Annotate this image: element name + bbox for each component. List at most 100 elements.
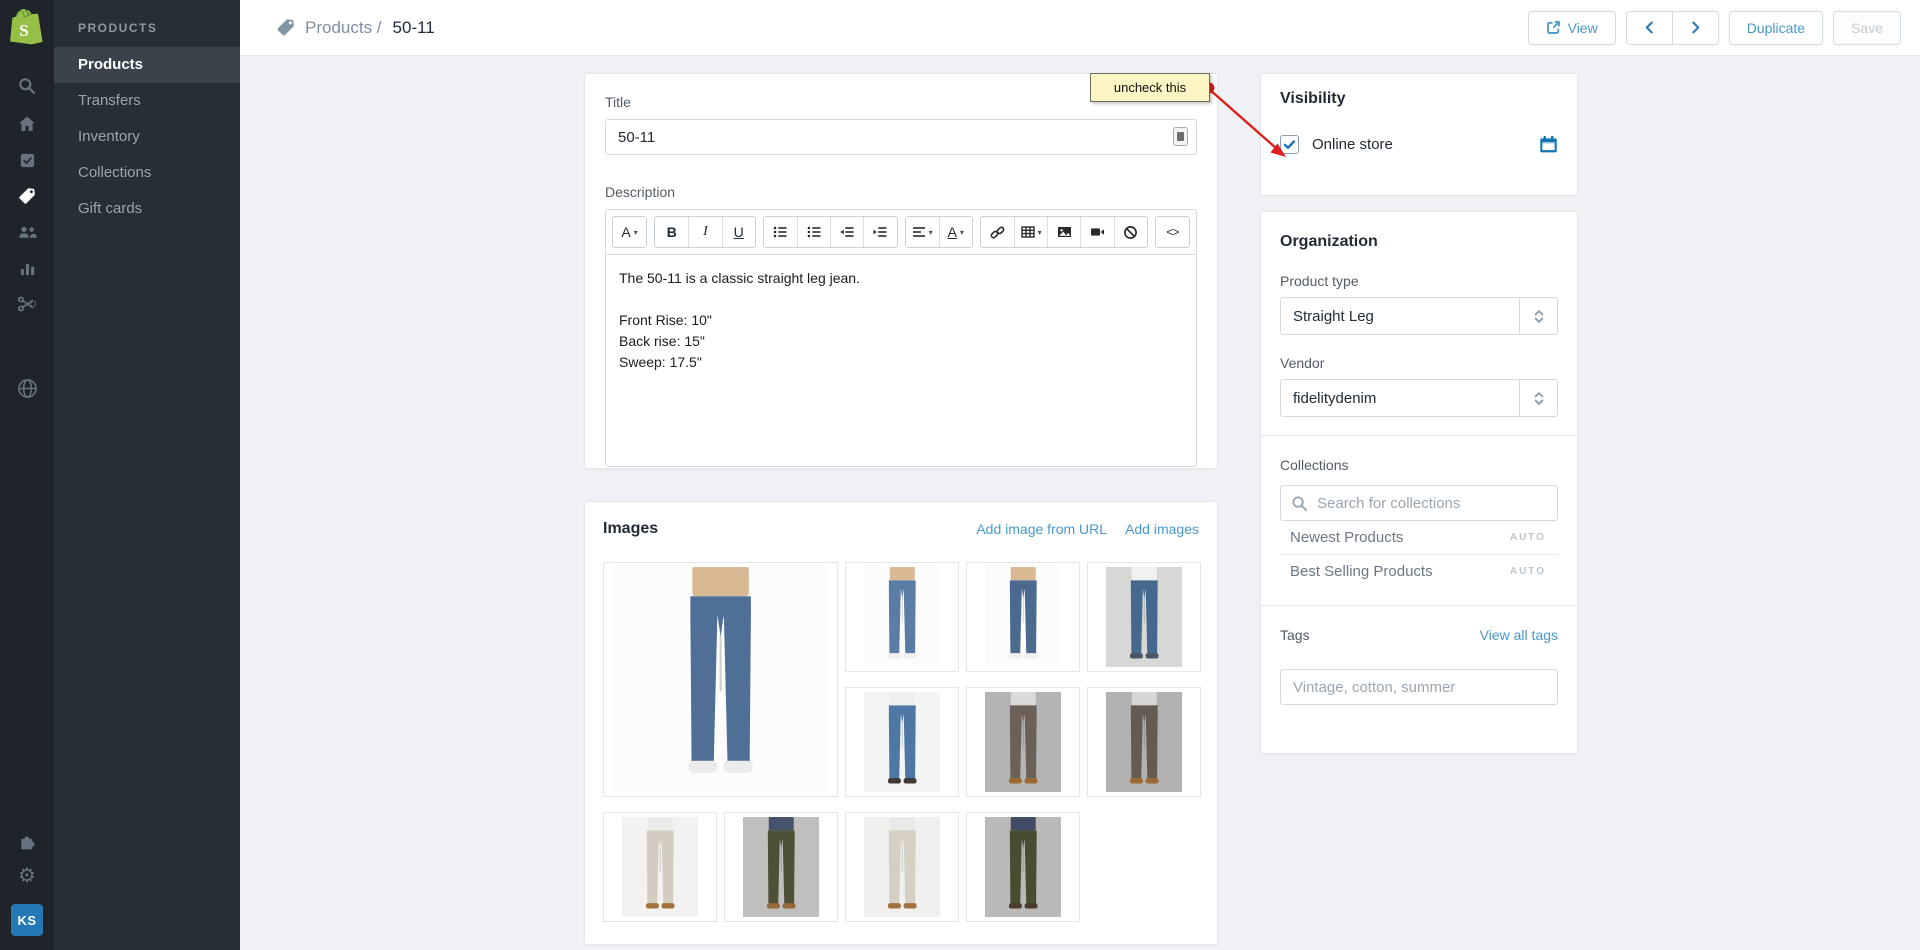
description-editor: A ▾ B I U ▾ A ▾ ▾ <> The 50-11 is a classic strai… (605, 209, 1197, 467)
product-image-blue-jeans-white-tee[interactable] (845, 687, 959, 797)
product-photo (1105, 692, 1183, 792)
auto-badge: AUTO (1509, 532, 1546, 543)
product-image-olive-pants-front[interactable] (724, 812, 838, 922)
reports-icon[interactable] (0, 250, 54, 286)
collections-search-input[interactable] (1280, 485, 1558, 521)
apps-puzzle-icon[interactable] (0, 822, 54, 858)
topbar: Products / 50-11 View Duplicate Save (240, 0, 1920, 56)
external-link-icon (1546, 20, 1561, 35)
collections-label: Collections (1280, 457, 1349, 473)
vendor-label: Vendor (1280, 355, 1325, 371)
sidebar-item-collections[interactable]: Collections (54, 155, 240, 191)
images-card: Images Add image from URL Add images (584, 501, 1218, 945)
title-input[interactable] (605, 119, 1197, 155)
product-image-gray-brown-pants-back[interactable] (1087, 687, 1201, 797)
table-button[interactable]: ▾ (1014, 217, 1048, 247)
view-all-tags-link[interactable]: View all tags (1480, 627, 1558, 643)
font-style-button[interactable]: A ▾ (613, 217, 647, 247)
collection-row-best-selling-products[interactable]: Best Selling Products AUTO (1280, 554, 1558, 587)
shopify-logo[interactable]: S (0, 0, 54, 56)
code-button[interactable]: <> (1155, 217, 1189, 247)
product-photo (863, 817, 941, 917)
toolbar-group (762, 216, 898, 248)
product-photo (984, 692, 1062, 792)
outdent-button[interactable] (830, 217, 864, 247)
product-image-gray-brown-pants-front[interactable] (966, 687, 1080, 797)
tags-label: Tags (1280, 627, 1310, 643)
add-images-link[interactable]: Add images (1125, 521, 1199, 537)
toolbar-group: ▾ A ▾ (904, 216, 973, 248)
view-button[interactable]: View (1527, 10, 1616, 45)
sidebar-heading: PRODUCTS (78, 21, 158, 35)
previous-product-button[interactable] (1625, 10, 1673, 45)
settings-gear-icon[interactable]: ⚙ (0, 858, 54, 894)
autofill-extension-icon[interactable] (1173, 127, 1188, 146)
prev-next-buttons (1625, 10, 1719, 45)
discounts-icon[interactable] (0, 286, 54, 322)
select-arrows-icon (1519, 298, 1557, 334)
search-icon[interactable] (0, 66, 54, 106)
collection-name: Best Selling Products (1290, 562, 1433, 580)
add-image-from-url-link[interactable]: Add image from URL (976, 521, 1107, 537)
link-button[interactable] (980, 217, 1015, 247)
product-type-label: Product type (1280, 273, 1359, 289)
sidebar-item-inventory[interactable]: Inventory (54, 119, 240, 155)
tags-section: Tags View all tags (1261, 605, 1577, 723)
app-rail: S ⚙ KS (0, 0, 54, 950)
product-image-blue-jeans-back[interactable] (966, 562, 1080, 672)
sidebar-item-gift-cards[interactable]: Gift cards (54, 191, 240, 227)
align-button[interactable]: ▾ (905, 217, 939, 247)
products-tag-icon[interactable] (0, 178, 54, 214)
description-line: Sweep: 17.5" (619, 354, 702, 370)
product-image-blue-jeans-angled[interactable] (845, 562, 959, 672)
italic-button[interactable]: I (688, 217, 722, 247)
product-image-cream-pants-front[interactable] (603, 812, 717, 922)
main-content: Title Description A▾BIU▾A▾▾<> The 50-11 … (240, 56, 1920, 950)
product-photo (863, 567, 941, 667)
collection-name: Newest Products (1290, 529, 1404, 546)
home-icon[interactable] (0, 106, 54, 142)
tags-input[interactable] (1280, 669, 1558, 705)
product-photo (863, 692, 941, 792)
bold-button[interactable]: B (655, 217, 689, 247)
description-line: Back rise: 15" (619, 333, 705, 349)
text-color-button[interactable]: A ▾ (938, 217, 972, 247)
product-image-blue-jeans-white-tee-gray-bg[interactable] (1087, 562, 1201, 672)
online-store-label: Online store (1312, 136, 1393, 153)
user-avatar[interactable]: KS (11, 904, 43, 936)
indent-button[interactable] (863, 217, 897, 247)
next-product-button[interactable] (1671, 10, 1719, 45)
description-text-area[interactable]: The 50-11 is a classic straight leg jean… (606, 254, 1196, 466)
product-image-khaki-pants-back[interactable] (845, 812, 959, 922)
video-button[interactable] (1080, 217, 1114, 247)
search-icon (1291, 495, 1308, 517)
ordered-list-button[interactable] (796, 217, 831, 247)
breadcrumb-section[interactable]: Products / (305, 18, 382, 38)
duplicate-button[interactable]: Duplicate (1728, 10, 1824, 45)
product-image-blue-jeans-front-featured[interactable] (603, 562, 838, 797)
product-image-olive-pants-back[interactable] (966, 812, 1080, 922)
customers-icon[interactable] (0, 214, 54, 250)
clear-formatting-button[interactable] (1113, 217, 1147, 247)
schedule-calendar-icon[interactable] (1539, 135, 1558, 154)
online-store-checkbox[interactable] (1280, 135, 1299, 154)
toolbar-group: ▾ (979, 216, 1148, 248)
collection-row-newest-products[interactable]: Newest Products AUTO (1280, 521, 1558, 554)
product-type-select[interactable]: Straight Leg (1280, 297, 1558, 335)
organization-section: Organization Product type Straight Leg V… (1261, 212, 1577, 435)
underline-button[interactable]: U (721, 217, 755, 247)
editor-toolbar: A ▾ B I U ▾ A ▾ ▾ <> (606, 210, 1196, 254)
vendor-select[interactable]: fidelitydenim (1280, 379, 1558, 417)
save-button[interactable]: Save (1833, 10, 1901, 45)
product-photo (984, 817, 1062, 917)
description-line (619, 289, 1183, 310)
breadcrumb-current: 50-11 (392, 17, 435, 37)
orders-icon[interactable] (0, 142, 54, 178)
description-label: Description (605, 184, 676, 200)
sidebar-item-transfers[interactable]: Transfers (54, 83, 240, 119)
products-sidebar: PRODUCTS Products Transfers Inventory Colle… (54, 0, 240, 950)
image-button[interactable] (1047, 217, 1081, 247)
bullet-list-button[interactable] (763, 217, 797, 247)
sidebar-item-products[interactable]: Products (54, 47, 240, 83)
online-store-globe-icon[interactable] (0, 370, 54, 406)
